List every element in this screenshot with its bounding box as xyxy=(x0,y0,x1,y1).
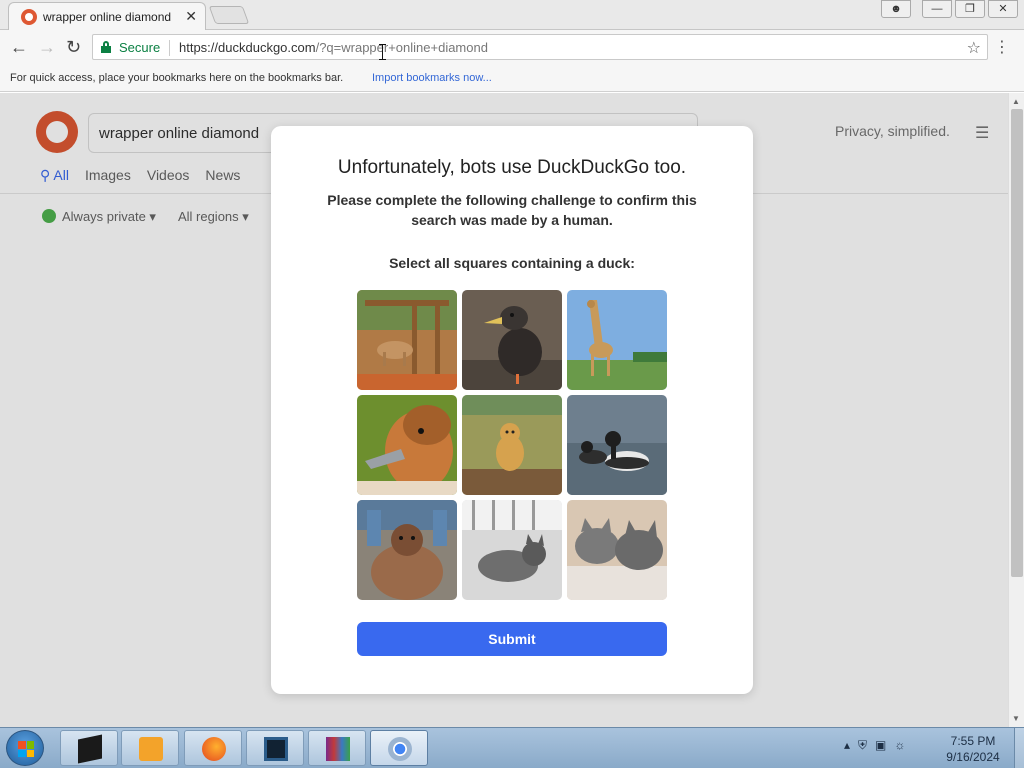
window-controls: ☻ — ❐ ✕ xyxy=(878,0,1018,18)
restore-button[interactable]: ❐ xyxy=(955,0,985,18)
show-desktop-button[interactable] xyxy=(1014,728,1024,768)
import-bookmarks-link[interactable]: Import bookmarks now... xyxy=(372,72,492,84)
bookmarks-hint: For quick access, place your bookmarks h… xyxy=(10,72,344,84)
scroll-down-icon[interactable]: ▼ xyxy=(1012,714,1020,723)
new-tab-button[interactable] xyxy=(208,6,250,24)
chrome-menu-icon[interactable]: ⋮ xyxy=(994,37,1010,57)
captcha-tile-duck-head-closeup[interactable] xyxy=(357,395,457,495)
page-scrollbar[interactable]: ▲ ▼ xyxy=(1008,93,1024,727)
back-arrow-icon[interactable]: ← xyxy=(10,37,28,58)
captcha-tile-horse-in-stable[interactable] xyxy=(357,290,457,390)
scroll-thumb[interactable] xyxy=(1011,109,1023,577)
captcha-dialog: Unfortunately, bots use DuckDuckGo too. … xyxy=(271,126,753,694)
chrome-icon xyxy=(388,737,412,761)
secure-label: Secure xyxy=(119,40,161,55)
captcha-tile-cat-grayscale[interactable] xyxy=(462,500,562,600)
captcha-tile-ducks-swimming[interactable] xyxy=(567,395,667,495)
monitor-icon xyxy=(264,737,288,761)
display-icon[interactable]: ▣ xyxy=(875,738,886,753)
firefox-icon xyxy=(202,737,226,761)
taskbar-media-player[interactable] xyxy=(121,730,179,766)
bookmark-star-icon[interactable]: ☆ xyxy=(967,38,981,58)
windows-logo-icon xyxy=(18,741,34,757)
duckduckgo-favicon-icon xyxy=(21,9,37,25)
url-query: /?q=wrapper+online+diamond xyxy=(315,40,488,55)
captcha-tile-two-cats[interactable] xyxy=(567,500,667,600)
captcha-tile-giraffe[interactable] xyxy=(567,290,667,390)
windows-taskbar: ▴ ⛨ ▣ ☼ 7:55 PM 9/16/2024 xyxy=(0,727,1024,768)
media-player-icon xyxy=(139,737,163,761)
terminal-icon xyxy=(78,734,102,764)
captcha-tile-duck-standing[interactable] xyxy=(462,290,562,390)
address-bar[interactable]: Secure https://duckduckgo.com/?q=wrapper… xyxy=(92,34,988,60)
captcha-tile-lion-cub[interactable] xyxy=(462,395,562,495)
minimize-button[interactable]: — xyxy=(922,0,952,18)
captcha-image-grid xyxy=(357,290,667,600)
lock-icon xyxy=(101,41,111,53)
text-cursor-icon xyxy=(379,44,387,60)
tab-close-icon[interactable]: ✕ xyxy=(185,8,197,25)
taskbar-clock[interactable]: 7:55 PM 9/16/2024 xyxy=(938,733,1008,765)
reload-icon[interactable]: ↻ xyxy=(66,37,81,58)
captcha-subheading: Please complete the following challenge … xyxy=(327,192,697,228)
archive-icon xyxy=(326,737,350,761)
browser-tab[interactable]: wrapper online diamond ✕ xyxy=(8,2,206,30)
scroll-up-icon[interactable]: ▲ xyxy=(1012,97,1020,106)
taskbar-chrome[interactable] xyxy=(370,730,428,766)
user-profile-icon[interactable]: ☻ xyxy=(881,0,911,18)
tray-expand-icon[interactable]: ▴ xyxy=(844,738,850,753)
captcha-heading: Unfortunately, bots use DuckDuckGo too. xyxy=(337,157,687,178)
url-text[interactable]: https://duckduckgo.com/?q=wrapper+online… xyxy=(179,40,488,55)
forward-arrow-icon[interactable]: → xyxy=(38,37,56,58)
address-divider xyxy=(169,40,170,56)
network-icon[interactable]: ☼ xyxy=(894,738,905,753)
system-tray: ▴ ⛨ ▣ ☼ xyxy=(844,738,905,753)
shield-icon[interactable]: ⛨ xyxy=(858,738,867,753)
tab-title: wrapper online diamond xyxy=(43,10,172,24)
captcha-tile-orangutan[interactable] xyxy=(357,500,457,600)
taskbar-terminal[interactable] xyxy=(60,730,118,766)
bookmarks-bar: For quick access, place your bookmarks h… xyxy=(0,64,1024,92)
captcha-prompt: Select all squares containing a duck: xyxy=(389,255,635,271)
taskbar-winrar[interactable] xyxy=(308,730,366,766)
tab-strip: wrapper online diamond ✕ ☻ — ❐ ✕ xyxy=(0,0,1024,30)
taskbar-firefox[interactable] xyxy=(184,730,242,766)
submit-button[interactable]: Submit xyxy=(357,622,667,656)
clock-time: 7:55 PM xyxy=(950,734,996,748)
taskbar-display[interactable] xyxy=(246,730,304,766)
url-host: https://duckduckgo.com xyxy=(179,40,316,55)
start-button[interactable] xyxy=(6,730,44,766)
browser-toolbar: ← → ↻ Secure https://duckduckgo.com/?q=w… xyxy=(0,30,1024,64)
close-window-button[interactable]: ✕ xyxy=(988,0,1018,18)
clock-date: 9/16/2024 xyxy=(946,750,1000,764)
